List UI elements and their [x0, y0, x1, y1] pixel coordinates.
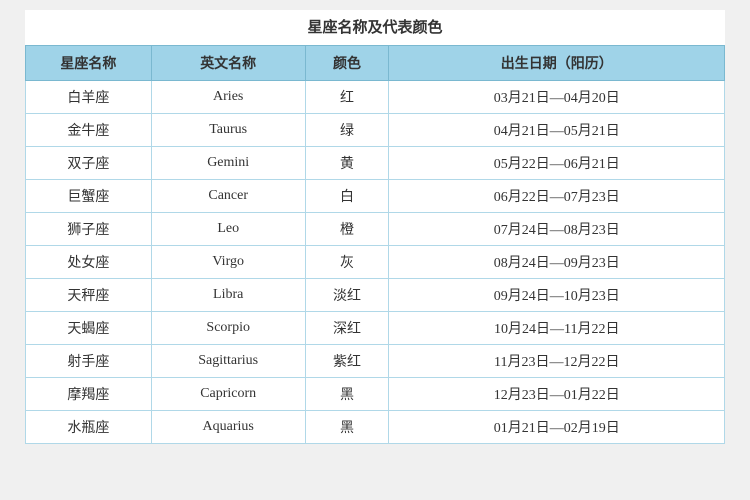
- cell-zodiac-date: 09月24日—10月23日: [389, 279, 725, 312]
- cell-zodiac-en: Libra: [151, 279, 305, 312]
- cell-zodiac-date: 08月24日—09月23日: [389, 246, 725, 279]
- main-container: 星座名称及代表颜色 星座名称 英文名称 颜色 出生日期（阳历） 白羊座Aries…: [25, 10, 725, 444]
- table-row: 处女座Virgo灰08月24日—09月23日: [26, 246, 725, 279]
- cell-zodiac-color: 绿: [305, 114, 389, 147]
- cell-zodiac-color: 黑: [305, 378, 389, 411]
- table-row: 天蝎座Scorpio深红10月24日—11月22日: [26, 312, 725, 345]
- page-title: 星座名称及代表颜色: [25, 10, 725, 45]
- cell-zodiac-color: 橙: [305, 213, 389, 246]
- cell-zodiac-en: Taurus: [151, 114, 305, 147]
- cell-zodiac-color: 淡红: [305, 279, 389, 312]
- header-col-color: 颜色: [305, 46, 389, 81]
- cell-zodiac-name: 处女座: [26, 246, 152, 279]
- cell-zodiac-en: Aries: [151, 81, 305, 114]
- table-row: 射手座Sagittarius紫红11月23日—12月22日: [26, 345, 725, 378]
- table-row: 水瓶座Aquarius黑01月21日—02月19日: [26, 411, 725, 444]
- table-row: 天秤座Libra淡红09月24日—10月23日: [26, 279, 725, 312]
- cell-zodiac-en: Scorpio: [151, 312, 305, 345]
- cell-zodiac-date: 04月21日—05月21日: [389, 114, 725, 147]
- cell-zodiac-name: 天蝎座: [26, 312, 152, 345]
- table-header-row: 星座名称 英文名称 颜色 出生日期（阳历）: [26, 46, 725, 81]
- cell-zodiac-color: 紫红: [305, 345, 389, 378]
- cell-zodiac-date: 07月24日—08月23日: [389, 213, 725, 246]
- cell-zodiac-en: Capricorn: [151, 378, 305, 411]
- cell-zodiac-date: 01月21日—02月19日: [389, 411, 725, 444]
- cell-zodiac-name: 射手座: [26, 345, 152, 378]
- cell-zodiac-color: 黄: [305, 147, 389, 180]
- cell-zodiac-en: Leo: [151, 213, 305, 246]
- table-row: 狮子座Leo橙07月24日—08月23日: [26, 213, 725, 246]
- table-body: 白羊座Aries红03月21日—04月20日金牛座Taurus绿04月21日—0…: [26, 81, 725, 444]
- cell-zodiac-date: 12月23日—01月22日: [389, 378, 725, 411]
- cell-zodiac-name: 摩羯座: [26, 378, 152, 411]
- cell-zodiac-en: Aquarius: [151, 411, 305, 444]
- cell-zodiac-name: 狮子座: [26, 213, 152, 246]
- cell-zodiac-color: 黑: [305, 411, 389, 444]
- cell-zodiac-en: Sagittarius: [151, 345, 305, 378]
- cell-zodiac-name: 巨蟹座: [26, 180, 152, 213]
- table-row: 双子座Gemini黄05月22日—06月21日: [26, 147, 725, 180]
- cell-zodiac-color: 深红: [305, 312, 389, 345]
- table-row: 巨蟹座Cancer白06月22日—07月23日: [26, 180, 725, 213]
- cell-zodiac-color: 红: [305, 81, 389, 114]
- table-row: 摩羯座Capricorn黑12月23日—01月22日: [26, 378, 725, 411]
- zodiac-table: 星座名称 英文名称 颜色 出生日期（阳历） 白羊座Aries红03月21日—04…: [25, 45, 725, 444]
- cell-zodiac-en: Virgo: [151, 246, 305, 279]
- cell-zodiac-date: 05月22日—06月21日: [389, 147, 725, 180]
- cell-zodiac-date: 03月21日—04月20日: [389, 81, 725, 114]
- cell-zodiac-color: 白: [305, 180, 389, 213]
- header-col-en: 英文名称: [151, 46, 305, 81]
- cell-zodiac-date: 06月22日—07月23日: [389, 180, 725, 213]
- header-col-name: 星座名称: [26, 46, 152, 81]
- table-row: 白羊座Aries红03月21日—04月20日: [26, 81, 725, 114]
- cell-zodiac-name: 天秤座: [26, 279, 152, 312]
- cell-zodiac-en: Gemini: [151, 147, 305, 180]
- table-row: 金牛座Taurus绿04月21日—05月21日: [26, 114, 725, 147]
- cell-zodiac-name: 白羊座: [26, 81, 152, 114]
- cell-zodiac-name: 水瓶座: [26, 411, 152, 444]
- cell-zodiac-date: 11月23日—12月22日: [389, 345, 725, 378]
- cell-zodiac-date: 10月24日—11月22日: [389, 312, 725, 345]
- cell-zodiac-name: 双子座: [26, 147, 152, 180]
- cell-zodiac-color: 灰: [305, 246, 389, 279]
- header-col-date: 出生日期（阳历）: [389, 46, 725, 81]
- cell-zodiac-name: 金牛座: [26, 114, 152, 147]
- cell-zodiac-en: Cancer: [151, 180, 305, 213]
